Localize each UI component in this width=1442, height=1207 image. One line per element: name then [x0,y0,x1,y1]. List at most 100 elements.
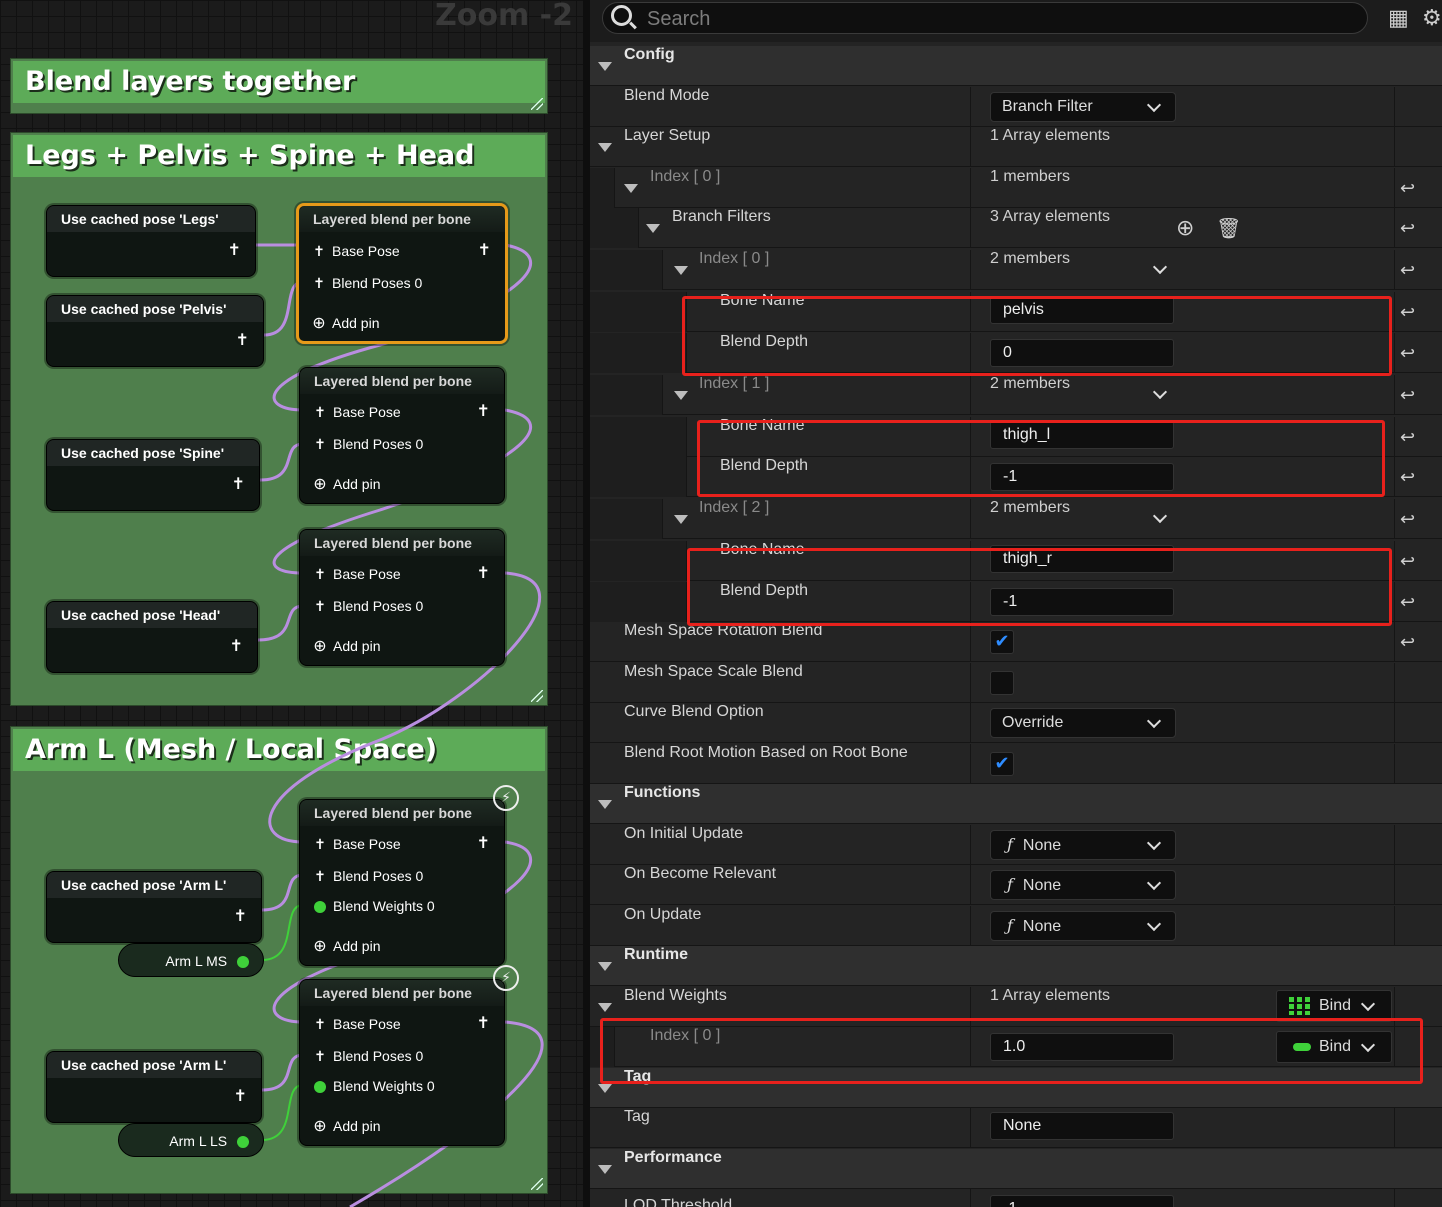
search-input[interactable] [645,6,1329,32]
reset-to-default-icon[interactable]: ↩ [1400,302,1415,323]
add-pin-button[interactable]: ⊕ Add pin [311,313,379,332]
layered-blend-node[interactable]: Layered blend per bone ✝ Base Pose ✝ ✝ Ble… [299,799,505,966]
collapse-arrow-icon[interactable] [598,962,612,971]
element-options-dropdown[interactable] [1145,504,1175,534]
root-motion-checkbox[interactable]: ✔ [990,752,1014,776]
curve-blend-dropdown[interactable]: Override [990,708,1176,738]
blend-poses-pin[interactable]: ✝ Blend Poses 0 [311,274,422,292]
base-pose-pin[interactable]: ✝ Base Pose [312,403,401,421]
category-config[interactable]: Config [590,46,1442,86]
panel-splitter[interactable] [583,0,590,1207]
collapse-arrow-icon[interactable] [646,224,660,233]
pose-output-pin-icon[interactable]: ✝ [477,563,490,582]
pose-output-pin-icon[interactable]: ✝ [228,240,241,259]
delete-trash-icon[interactable]: 🗑 [1216,216,1241,240]
cached-pose-arm-l-node[interactable]: Use cached pose 'Arm L' ✝ [46,1051,262,1123]
variable-arm-l-ms[interactable]: Arm L MS [118,943,264,977]
variable-arm-l-ls[interactable]: Arm L LS [118,1123,264,1157]
reset-to-default-icon[interactable]: ↩ [1400,343,1415,364]
collapse-arrow-icon[interactable] [598,800,612,809]
base-pose-pin[interactable]: ✝ Base Pose [312,565,401,583]
blend-depth-input[interactable]: -1 [990,588,1174,616]
pose-output-pin-icon[interactable]: ✝ [230,636,243,655]
reset-to-default-icon[interactable]: ↩ [1400,551,1415,572]
add-pin-button[interactable]: ⊕ Add pin [312,474,380,493]
blend-poses-pin[interactable]: ✝ Blend Poses 0 [312,597,423,615]
bone-name-input[interactable]: thigh_r [990,545,1174,573]
pose-output-pin-icon[interactable]: ✝ [477,1013,490,1032]
cached-pose-pelvis-node[interactable]: Use cached pose 'Pelvis' ✝ [46,295,264,367]
on-become-relevant-dropdown[interactable]: ƒ None [990,870,1176,900]
reset-to-default-icon[interactable]: ↩ [1400,218,1415,239]
on-initial-update-dropdown[interactable]: ƒ None [990,830,1176,860]
tag-input[interactable]: None [990,1112,1174,1140]
blend-weight-input[interactable]: 1.0 [990,1033,1174,1061]
reset-to-default-icon[interactable]: ↩ [1400,632,1415,653]
blend-depth-input[interactable]: 0 [990,339,1174,367]
reset-to-default-icon[interactable]: ↩ [1400,178,1415,199]
reset-to-default-icon[interactable]: ↩ [1400,427,1415,448]
cached-pose-spine-node[interactable]: Use cached pose 'Spine' ✝ [46,439,260,511]
add-pin-button[interactable]: ⊕ Add pin [312,1116,380,1135]
category-performance[interactable]: Performance [590,1149,1442,1189]
blend-weights-pin[interactable]: Blend Weights 0 [312,897,435,915]
collapse-arrow-icon[interactable] [598,1165,612,1174]
pose-output-pin-icon[interactable]: ✝ [478,240,491,259]
blend-weights-pin[interactable]: Blend Weights 0 [312,1077,435,1095]
mesh-scale-checkbox[interactable] [990,671,1014,695]
bone-name-input[interactable]: pelvis [990,296,1174,324]
reset-to-default-icon[interactable]: ↩ [1400,385,1415,406]
table-view-icon[interactable]: ▦ [1388,6,1409,31]
float-output-pin-icon[interactable] [237,1136,249,1149]
category-tag[interactable]: Tag [590,1068,1442,1108]
mesh-rotation-checkbox[interactable]: ✔ [990,630,1014,654]
reset-to-default-icon[interactable]: ↩ [1400,509,1415,530]
collapse-arrow-icon[interactable] [598,1003,612,1012]
search-box[interactable] [602,2,1368,34]
layered-blend-node[interactable]: Layered blend per bone ✝ Base Pose ✝ ✝ Ble… [299,979,505,1146]
layered-blend-node[interactable]: Layered blend per bone ✝ Base Pose ✝ ✝ Ble… [299,367,505,504]
cached-pose-arm-l-node[interactable]: Use cached pose 'Arm L' ✝ [46,871,262,943]
bind-value-button[interactable]: Bind [1276,1031,1392,1063]
pose-output-pin-icon[interactable]: ✝ [234,906,247,925]
reset-to-default-icon[interactable]: ↩ [1400,260,1415,281]
category-functions[interactable]: Functions [590,784,1442,824]
collapse-arrow-icon[interactable] [598,1084,612,1093]
bone-name-input[interactable]: thigh_l [990,421,1174,449]
pose-output-pin-icon[interactable]: ✝ [477,833,490,852]
pose-output-pin-icon[interactable]: ✝ [236,330,249,349]
base-pose-pin[interactable]: ✝ Base Pose [312,835,401,853]
anim-graph-canvas[interactable]: Zoom -2 Blend layers together Legs + Pel… [0,0,583,1207]
collapse-arrow-icon[interactable] [674,391,688,400]
pose-output-pin-icon[interactable]: ✝ [477,401,490,420]
collapse-arrow-icon[interactable] [674,266,688,275]
cached-pose-legs-node[interactable]: Use cached pose 'Legs' ✝ [46,205,256,277]
on-update-dropdown[interactable]: ƒ None [990,911,1176,941]
cached-pose-head-node[interactable]: Use cached pose 'Head' ✝ [46,601,258,673]
element-options-dropdown[interactable] [1145,255,1175,285]
layered-blend-node-selected[interactable]: Layered blend per bone ✝ Base Pose ✝ ✝ Ble… [296,203,508,344]
pose-output-pin-icon[interactable]: ✝ [234,1086,247,1105]
add-element-icon[interactable]: ⊕ [1176,216,1194,241]
collapse-arrow-icon[interactable] [598,143,612,152]
category-runtime[interactable]: Runtime [590,946,1442,986]
blend-poses-pin[interactable]: ✝ Blend Poses 0 [312,1047,423,1065]
base-pose-pin[interactable]: ✝ Base Pose [311,242,400,260]
blend-poses-pin[interactable]: ✝ Blend Poses 0 [312,867,423,885]
collapse-arrow-icon[interactable] [624,184,638,193]
reset-to-default-icon[interactable]: ↩ [1400,592,1415,613]
blend-mode-dropdown[interactable]: Branch Filter [990,92,1176,122]
add-pin-button[interactable]: ⊕ Add pin [312,636,380,655]
settings-gear-icon[interactable]: ⚙ [1422,6,1442,31]
pose-output-pin-icon[interactable]: ✝ [232,474,245,493]
blend-depth-input[interactable]: -1 [990,463,1174,491]
float-output-pin-icon[interactable] [237,956,249,969]
add-pin-button[interactable]: ⊕ Add pin [312,936,380,955]
lod-threshold-input[interactable]: -1 [990,1195,1174,1207]
reset-to-default-icon[interactable]: ↩ [1400,467,1415,488]
bind-array-button[interactable]: Bind [1276,990,1392,1022]
layered-blend-node[interactable]: Layered blend per bone ✝ Base Pose ✝ ✝ Ble… [299,529,505,666]
blend-poses-pin[interactable]: ✝ Blend Poses 0 [312,435,423,453]
element-options-dropdown[interactable] [1145,380,1175,410]
base-pose-pin[interactable]: ✝ Base Pose [312,1015,401,1033]
